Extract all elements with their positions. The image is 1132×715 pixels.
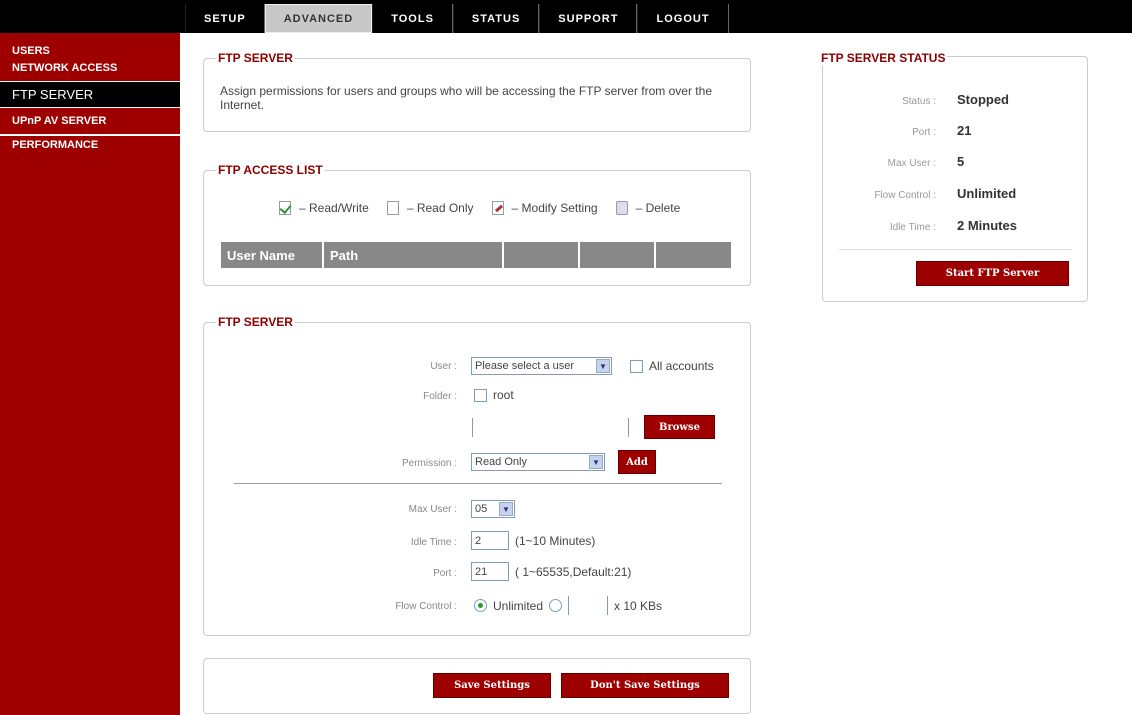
port-input[interactable]: 21 <box>471 562 509 581</box>
column-path: Path <box>323 242 504 268</box>
user-label: User : <box>430 361 457 372</box>
nav-tab-status[interactable]: STATUS <box>452 4 540 33</box>
permission-select-value: Read Only <box>475 456 527 468</box>
chevron-down-icon: ▼ <box>589 455 603 469</box>
sidebar-item-ftp-server[interactable]: FTP SERVER <box>0 81 180 108</box>
main-nav: SETUP ADVANCED TOOLS STATUS SUPPORT LOGO… <box>185 4 729 33</box>
save-settings-button[interactable]: Save Settings <box>433 673 551 698</box>
port-label: Port : <box>433 568 457 579</box>
column-delete <box>655 242 731 268</box>
all-accounts-label: All accounts <box>649 359 714 373</box>
folder-row: root <box>474 388 514 402</box>
legend-read-write: – Read/Write <box>299 201 369 215</box>
add-button[interactable]: Add <box>618 450 656 474</box>
permission-select[interactable]: Read Only ▼ <box>471 453 605 471</box>
access-list-header-row: User Name Path <box>221 242 731 268</box>
form-divider <box>234 483 722 484</box>
idle-time-hint: (1~10 Minutes) <box>515 533 596 548</box>
chevron-down-icon: ▼ <box>596 359 610 373</box>
sidebar-item-network-access[interactable]: NETWORK ACCESS <box>0 59 180 81</box>
actions-panel: Save Settings Don't Save Settings <box>203 658 751 714</box>
legend-modify: – Modify Setting <box>511 201 598 215</box>
ftp-intro-title: FTP SERVER <box>216 51 295 65</box>
read-only-icon <box>386 201 399 215</box>
legend-read-only: – Read Only <box>406 201 474 215</box>
status-label: Status : <box>902 96 936 107</box>
browse-button[interactable]: Browse <box>644 415 715 439</box>
flow-limit-radio[interactable] <box>549 599 563 612</box>
all-accounts-checkbox[interactable] <box>630 359 643 373</box>
nav-tab-setup[interactable]: SETUP <box>185 4 265 33</box>
dont-save-settings-button[interactable]: Don't Save Settings <box>561 673 729 698</box>
legend-delete: – Delete <box>635 201 681 215</box>
ftp-status-panel: FTP SERVER STATUS Status : Stopped Port … <box>819 51 1088 302</box>
column-user-name: User Name <box>221 242 324 268</box>
column-read-write <box>503 242 580 268</box>
access-list-title: FTP ACCESS LIST <box>216 163 325 177</box>
read-write-icon <box>279 201 291 215</box>
status-flow-control-label: Flow Control : <box>874 190 936 201</box>
ftp-intro-panel: FTP SERVER Assign permissions for users … <box>203 51 751 132</box>
user-select[interactable]: Please select a user ▼ <box>471 357 612 375</box>
sidebar-divider <box>0 134 180 136</box>
status-max-user-value: 5 <box>957 154 965 169</box>
user-row: Please select a user ▼ All accounts <box>471 357 714 375</box>
ftp-status-title: FTP SERVER STATUS <box>819 51 948 65</box>
ftp-settings-title: FTP SERVER <box>216 315 295 329</box>
permission-legend: – Read/Write – Read Only – Modify Settin… <box>279 201 680 215</box>
max-user-row: 05 ▼ <box>471 500 515 518</box>
port-row: 21 ( 1~65535,Default:21) <box>471 562 631 581</box>
idle-time-row: 2 (1~10 Minutes) <box>471 531 595 550</box>
nav-tab-advanced[interactable]: ADVANCED <box>264 4 373 33</box>
status-port-label: Port : <box>912 127 936 138</box>
sidebar-item-upnp-av-server[interactable]: UPnP AV SERVER <box>0 110 180 132</box>
permission-row: Read Only ▼ <box>471 453 605 471</box>
delete-icon <box>615 201 628 215</box>
idle-time-label: Idle Time : <box>410 537 457 548</box>
max-user-label: Max User : <box>408 504 457 515</box>
nav-tab-logout[interactable]: LOGOUT <box>637 4 729 33</box>
status-port-value: 21 <box>957 123 972 138</box>
flow-limit-input[interactable] <box>568 596 609 615</box>
flow-unlimited-radio[interactable] <box>474 599 487 612</box>
status-idle-time-label: Idle Time : <box>889 222 936 233</box>
folder-label: Folder : <box>423 391 457 402</box>
column-modify <box>579 242 656 268</box>
max-user-select[interactable]: 05 ▼ <box>471 500 515 518</box>
permission-label: Permission : <box>401 458 457 469</box>
flow-control-label: Flow Control : <box>395 601 457 612</box>
flow-unit-label: x 10 KBs <box>614 598 663 613</box>
folder-root-checkbox[interactable] <box>474 388 487 402</box>
status-flow-control-value: Unlimited <box>957 186 1017 201</box>
user-select-value: Please select a user <box>475 360 575 372</box>
status-max-user-label: Max User : <box>887 158 936 169</box>
chevron-down-icon: ▼ <box>499 502 513 516</box>
folder-path-input[interactable] <box>472 418 629 437</box>
sidebar-item-performance[interactable]: PERFORMANCE <box>0 138 180 152</box>
port-hint: ( 1~65535,Default:21) <box>515 564 632 579</box>
nav-tab-tools[interactable]: TOOLS <box>372 4 453 33</box>
access-list-panel: FTP ACCESS LIST – Read/Write – Read Only… <box>203 163 751 286</box>
access-list-table: User Name Path <box>221 242 731 268</box>
folder-root-label: root <box>493 388 514 402</box>
sidebar-item-users[interactable]: USERS <box>0 43 180 59</box>
modify-setting-icon <box>491 201 504 215</box>
ftp-intro-description: Assign permissions for users and groups … <box>220 84 712 112</box>
flow-unlimited-label: Unlimited <box>493 598 544 613</box>
ftp-settings-panel: FTP SERVER User : Please select a user ▼… <box>203 315 751 636</box>
flow-control-row: Unlimited x 10 KBs <box>474 596 662 615</box>
status-divider <box>839 249 1071 250</box>
start-ftp-server-button[interactable]: Start FTP Server <box>916 261 1069 286</box>
max-user-select-value: 05 <box>475 503 488 515</box>
idle-time-input[interactable]: 2 <box>471 531 509 550</box>
status-value: Stopped <box>957 92 1009 107</box>
status-idle-time-value: 2 Minutes <box>957 218 1017 233</box>
nav-tab-support[interactable]: SUPPORT <box>539 4 638 33</box>
top-nav-bar: SETUP ADVANCED TOOLS STATUS SUPPORT LOGO… <box>0 0 1132 33</box>
sidebar: USERS NETWORK ACCESS FTP SERVER UPnP AV … <box>0 33 180 715</box>
